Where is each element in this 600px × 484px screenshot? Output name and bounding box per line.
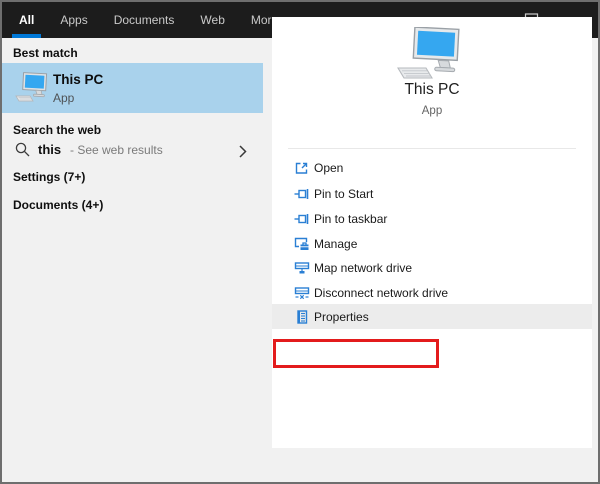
- tab-web-label: Web: [200, 13, 225, 27]
- best-match-result-this-pc[interactable]: This PC App: [2, 63, 263, 113]
- map-network-drive-icon: [294, 261, 310, 273]
- tab-documents-label: Documents: [113, 13, 175, 27]
- tab-all-label: All: [19, 13, 35, 27]
- this-pc-large-icon: [397, 27, 460, 79]
- tab-web[interactable]: Web: [193, 2, 231, 38]
- group-settings[interactable]: Settings (7+): [13, 170, 85, 184]
- action-disconnect-network-drive-label: Disconnect network drive: [314, 285, 449, 300]
- pin-icon: [294, 213, 309, 224]
- action-pin-to-taskbar-label: Pin to taskbar: [314, 211, 388, 226]
- best-match-header: Best match: [13, 46, 78, 60]
- action-pin-to-start[interactable]: Pin to Start: [272, 181, 592, 206]
- action-disconnect-network-drive[interactable]: Disconnect network drive: [272, 280, 592, 305]
- action-pin-to-taskbar[interactable]: Pin to taskbar: [272, 206, 592, 231]
- preview-subtitle: App: [421, 105, 443, 117]
- web-suggestion-hint: - See web results: [70, 143, 163, 157]
- search-web-header: Search the web: [13, 123, 102, 137]
- preview-panel: This PC App Open Pin to Start Pin to tas…: [272, 17, 592, 448]
- pin-icon: [294, 188, 309, 199]
- action-manage[interactable]: Manage: [272, 231, 592, 256]
- action-map-network-drive[interactable]: Map network drive: [272, 255, 592, 280]
- divider: [288, 148, 576, 149]
- action-properties-label: Properties: [314, 309, 369, 324]
- properties-icon: [297, 309, 308, 324]
- action-map-network-drive-label: Map network drive: [314, 260, 413, 275]
- search-icon: [15, 142, 30, 157]
- open-icon: [295, 162, 308, 174]
- best-match-title: This PC: [53, 72, 104, 87]
- web-suggestion-this[interactable]: this - See web results: [2, 137, 263, 165]
- tab-documents[interactable]: Documents: [107, 2, 182, 38]
- action-open[interactable]: Open: [272, 155, 592, 180]
- tab-apps-label: Apps: [60, 13, 88, 27]
- manage-icon: [294, 237, 309, 250]
- results-pane: Best match This PC App Search the web th…: [2, 38, 272, 482]
- best-match-subtitle: App: [53, 91, 75, 105]
- tab-all[interactable]: All: [12, 2, 42, 38]
- search-flyout-window: All Apps Documents Web More Best match T…: [0, 0, 600, 484]
- action-properties[interactable]: Properties: [272, 304, 592, 329]
- disconnect-network-drive-icon: [294, 286, 310, 299]
- action-pin-to-start-label: Pin to Start: [314, 186, 374, 201]
- chevron-right-icon: [239, 145, 247, 158]
- this-pc-icon: [15, 72, 48, 102]
- web-suggestion-query: this: [38, 142, 62, 157]
- preview-title: This PC: [404, 81, 460, 98]
- action-open-label: Open: [314, 160, 344, 175]
- group-documents[interactable]: Documents (4+): [13, 198, 103, 212]
- action-manage-label: Manage: [314, 236, 358, 251]
- tab-apps[interactable]: Apps: [53, 2, 94, 38]
